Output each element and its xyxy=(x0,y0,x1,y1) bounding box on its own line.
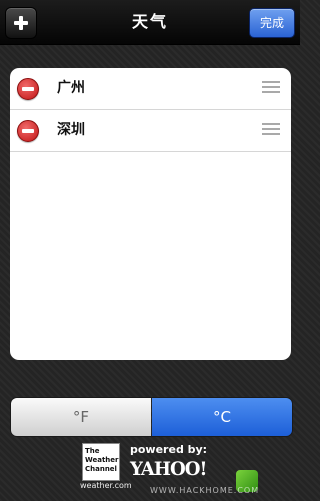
weather-channel-logo: The Weather Channel xyxy=(82,443,120,481)
done-button[interactable]: 完成 xyxy=(249,8,295,38)
city-name: 深圳 xyxy=(57,122,85,138)
city-row-guangzhou[interactable]: 广州 xyxy=(10,68,291,110)
weather-channel-url: weather.com xyxy=(80,481,132,490)
delete-icon[interactable] xyxy=(17,120,39,142)
city-row-shenzhen[interactable]: 深圳 xyxy=(10,110,291,152)
fahrenheit-button[interactable]: °F xyxy=(11,398,151,436)
temperature-unit-toggle: °F °C xyxy=(10,397,293,437)
delete-icon[interactable] xyxy=(17,78,39,100)
watermark-text: WWW.HACKHOME.COM xyxy=(150,486,260,495)
reorder-handle-icon[interactable] xyxy=(262,123,280,138)
navigation-bar: 天气 完成 xyxy=(0,0,300,45)
celsius-button[interactable]: °C xyxy=(152,398,292,436)
city-list: 广州 深圳 xyxy=(10,68,291,360)
reorder-handle-icon[interactable] xyxy=(262,81,280,96)
yahoo-logo: YAHOO! xyxy=(130,458,207,480)
city-name: 广州 xyxy=(57,80,85,96)
powered-by-label: powered by: xyxy=(130,443,208,456)
